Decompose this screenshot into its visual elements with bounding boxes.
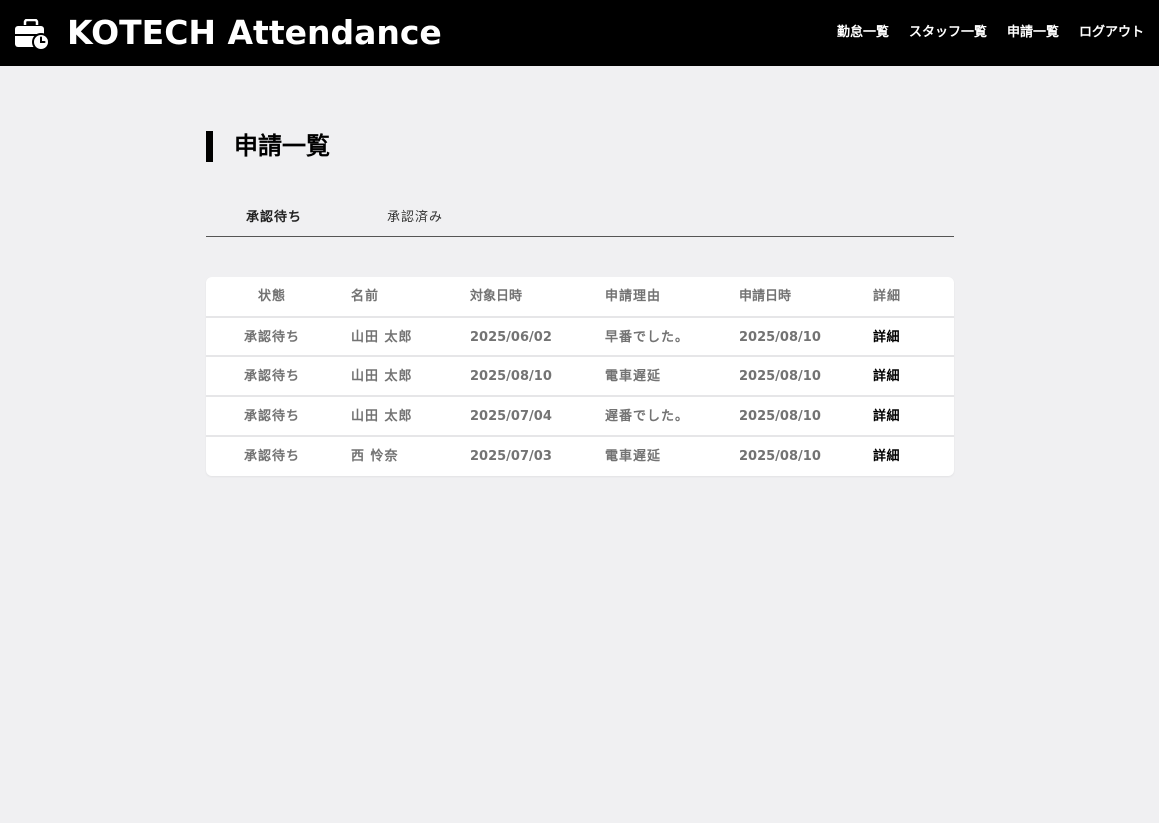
row-applied-date: 2025/08/10 — [739, 449, 821, 464]
row-applied-date: 2025/08/10 — [739, 330, 821, 345]
table-row: 承認待ち 山田 太郎 2025/06/02 早番でした。 2025/08/10 … — [206, 318, 954, 356]
nav-request-list[interactable]: 申請一覧 — [1007, 23, 1059, 43]
request-table: 状態 名前 対象日時 申請理由 申請日時 詳細 承認待ち 山田 太郎 2025/… — [206, 277, 954, 476]
row-name: 山田 太郎 — [351, 409, 413, 424]
row-target-date: 2025/06/02 — [470, 330, 552, 345]
briefcase-clock-icon[interactable] — [14, 19, 50, 51]
table-row: 承認待ち 山田 太郎 2025/08/10 電車遅延 2025/08/10 詳細 — [206, 357, 954, 395]
row-reason: 電車遅延 — [605, 369, 662, 384]
row-status: 承認待ち — [243, 369, 300, 384]
detail-link[interactable]: 詳細 — [873, 447, 900, 467]
row-reason: 早番でした。 — [605, 330, 690, 345]
title-accent-bar — [206, 131, 213, 162]
column-header-status: 状態 — [257, 289, 286, 304]
row-reason: 電車遅延 — [605, 449, 662, 464]
table-row: 承認待ち 山田 太郎 2025/07/04 遅番でした。 2025/08/10 … — [206, 397, 954, 435]
nav-staff-list[interactable]: スタッフ一覧 — [909, 23, 987, 43]
status-tabs: 承認待ち 承認済み — [206, 205, 954, 237]
detail-link[interactable]: 詳細 — [873, 328, 900, 348]
tab-pending[interactable]: 承認待ち — [246, 205, 302, 231]
column-header-reason: 申請理由 — [605, 289, 662, 304]
row-status: 承認待ち — [243, 330, 300, 345]
main-nav: 勤怠一覧 スタッフ一覧 申請一覧 ログアウト — [837, 23, 1144, 43]
column-header-detail: 詳細 — [873, 289, 902, 304]
row-status: 承認待ち — [243, 449, 300, 464]
brand-title[interactable]: KOTECH Attendance — [67, 12, 442, 54]
nav-logout[interactable]: ログアウト — [1079, 23, 1144, 43]
nav-attendance-list[interactable]: 勤怠一覧 — [837, 23, 889, 43]
detail-link[interactable]: 詳細 — [873, 367, 900, 387]
tab-approved[interactable]: 承認済み — [387, 205, 443, 231]
row-applied-date: 2025/08/10 — [739, 369, 821, 384]
row-name: 山田 太郎 — [351, 330, 413, 345]
row-target-date: 2025/07/04 — [470, 409, 552, 424]
row-name: 山田 太郎 — [351, 369, 413, 384]
row-status: 承認待ち — [243, 409, 300, 424]
row-target-date: 2025/07/03 — [470, 449, 552, 464]
row-reason: 遅番でした。 — [605, 409, 690, 424]
table-header-row: 状態 名前 対象日時 申請理由 申請日時 詳細 — [206, 277, 954, 317]
row-target-date: 2025/08/10 — [470, 369, 552, 384]
row-applied-date: 2025/08/10 — [739, 409, 821, 424]
column-header-applied-date: 申請日時 — [739, 289, 792, 304]
detail-link[interactable]: 詳細 — [873, 407, 900, 427]
app-header: KOTECH Attendance 勤怠一覧 スタッフ一覧 申請一覧 ログアウト — [0, 0, 1159, 66]
table-row: 承認待ち 西 怜奈 2025/07/03 電車遅延 2025/08/10 詳細 — [206, 437, 954, 475]
row-name: 西 怜奈 — [351, 449, 399, 464]
column-header-name: 名前 — [351, 289, 380, 304]
column-header-target-date: 対象日時 — [470, 289, 523, 304]
page-title: 申請一覧 — [234, 132, 330, 160]
